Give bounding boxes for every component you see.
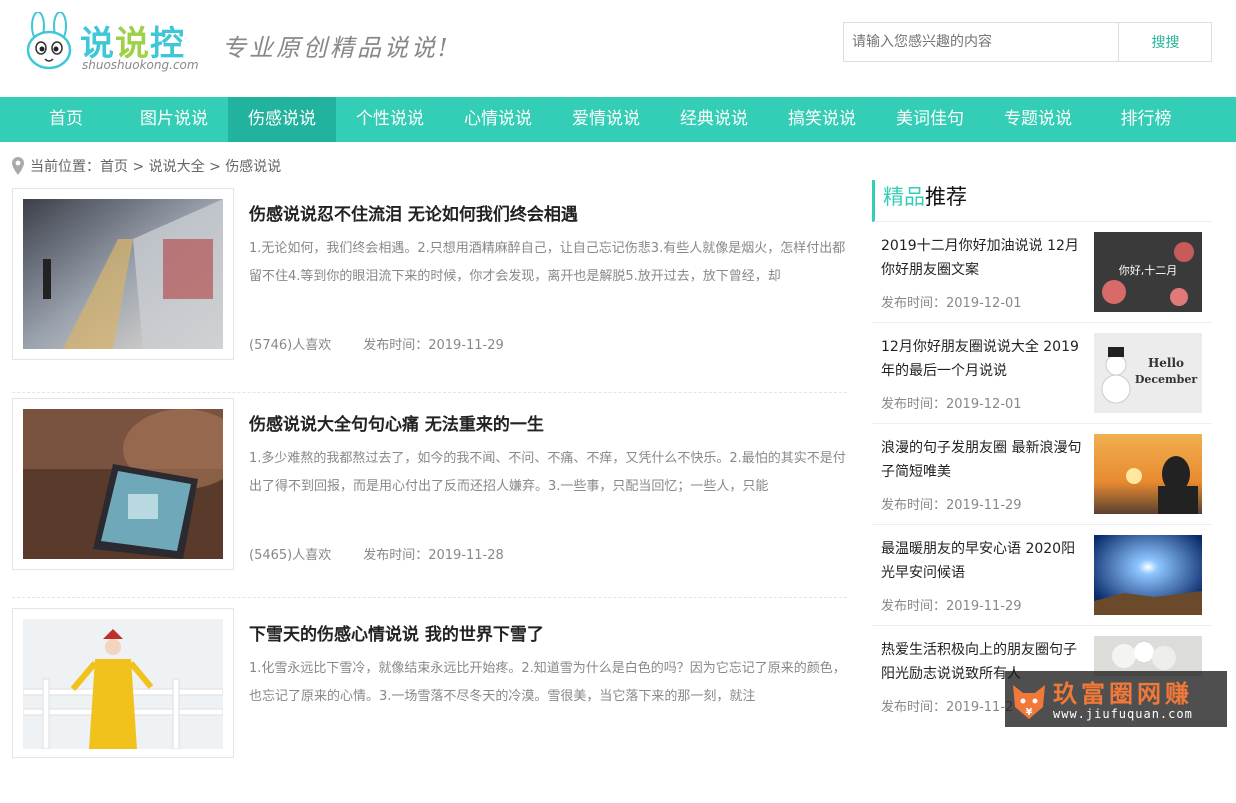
site-logo[interactable]: 说说控 shuoshuokong.com <box>24 12 199 74</box>
nav-item-quotes[interactable]: 美词佳句 <box>876 97 984 142</box>
recommend-item[interactable]: 12月你好朋友圈说说大全 2019年的最后一个月说说 发布时间：2019-12-… <box>872 323 1212 424</box>
article-title[interactable]: 伤感说说大全句句心痛 无法重来的一生 <box>249 410 544 435</box>
watermark-url: www.jiufuquan.com <box>1053 707 1193 721</box>
location-pin-icon <box>12 157 24 175</box>
recommend-date: 发布时间：2019-11-29 <box>881 599 1022 614</box>
nav-item-mood[interactable]: 心情说说 <box>444 97 552 142</box>
subway-station-image <box>23 199 223 349</box>
article-summary: 1.化雪永远比下雪冷，就像结束永远比开始疼。2.知道雪为什么是白色的吗？因为它忘… <box>249 661 846 704</box>
recommend-thumbnail[interactable] <box>1094 636 1202 676</box>
recommend-thumbnail[interactable] <box>1094 434 1202 514</box>
recommend-title[interactable]: 2019十二月你好加油说说 12月你好朋友圈文案 <box>881 234 1086 282</box>
article-thumbnail[interactable] <box>12 608 234 758</box>
article-date: 发布时间：2019-11-28 <box>363 548 504 563</box>
search-input[interactable] <box>844 23 1119 61</box>
article-likes: (5746)人喜欢 <box>249 338 332 353</box>
nav-item-classic[interactable]: 经典说说 <box>660 97 768 142</box>
nav-item-personality[interactable]: 个性说说 <box>336 97 444 142</box>
watermark: ¥ 玖富圈网赚 www.jiufuquan.com <box>1005 671 1227 727</box>
article-title[interactable]: 伤感说说忍不住流泪 无论如何我们终会相遇 <box>249 200 578 225</box>
nav-item-topics[interactable]: 专题说说 <box>984 97 1092 142</box>
nav-item-home[interactable]: 首页 <box>12 97 120 142</box>
svg-text:Hello: Hello <box>1148 356 1184 370</box>
svg-text:December: December <box>1135 373 1198 386</box>
svg-text:¥: ¥ <box>1026 707 1033 718</box>
site-slogan: 专业原创精品说说! <box>222 34 451 62</box>
article-title[interactable]: 下雪天的伤感心情说说 我的世界下雪了 <box>249 620 544 645</box>
recommend-thumbnail[interactable] <box>1094 535 1202 615</box>
article-item: 下雪天的伤感心情说说 我的世界下雪了 1.化雪永远比下雪冷，就像结束永远比开始疼… <box>12 598 847 803</box>
rabbit-mascot-icon <box>26 12 72 70</box>
sunset-silhouette-image <box>1094 434 1202 514</box>
sun-sky-image <box>1094 535 1202 615</box>
recommend-thumbnail[interactable]: 你好,十二月 <box>1094 232 1202 312</box>
article-likes: (5465)人喜欢 <box>249 548 332 563</box>
recommend-date: 发布时间：2019-11-29 <box>881 498 1022 513</box>
nav-item-ranking[interactable]: 排行榜 <box>1092 97 1200 142</box>
nav-item-funny[interactable]: 搞笑说说 <box>768 97 876 142</box>
article-meta: (5465)人喜欢 发布时间：2019-11-28 <box>249 544 504 563</box>
breadcrumb-text[interactable]: 当前位置：首页 > 说说大全 > 伤感说说 <box>30 156 281 176</box>
recommend-title[interactable]: 12月你好朋友圈说说大全 2019年的最后一个月说说 <box>881 335 1086 383</box>
recommend-item[interactable]: 浪漫的句子发朋友圈 最新浪漫句子简短唯美 发布时间：2019-11-29 <box>872 424 1212 525</box>
breadcrumb: 当前位置：首页 > 说说大全 > 伤感说说 <box>12 156 281 176</box>
recommend-item[interactable]: 最温暖朋友的早安心语 2020阳光早安问候语 发布时间：2019-11-29 <box>872 525 1212 626</box>
fox-logo-icon: ¥ <box>1013 685 1045 719</box>
flowers-image <box>1094 636 1202 676</box>
recommend-date: 发布时间：2019-11-2 <box>881 700 1014 715</box>
december-flowers-image: 你好,十二月 <box>1094 232 1202 312</box>
recommend-title[interactable]: 最温暖朋友的早安心语 2020阳光早安问候语 <box>881 537 1086 585</box>
snow-girl-image <box>22 619 224 750</box>
sidebar-title: 精品推荐 <box>872 180 1212 222</box>
watermark-title: 玖富圈网赚 <box>1053 680 1193 708</box>
recommend-item[interactable]: 2019十二月你好加油说说 12月你好朋友圈文案 发布时间：2019-12-01… <box>872 222 1212 323</box>
article-item: 伤感说说忍不住流泪 无论如何我们终会相遇 1.无论如何，我们终会相遇。2.只想用… <box>12 188 847 393</box>
featured-sidebar: 精品推荐 2019十二月你好加油说说 12月你好朋友圈文案 发布时间：2019-… <box>872 180 1212 727</box>
article-date: 发布时间：2019-11-29 <box>363 338 504 353</box>
svg-text:你好,十二月: 你好,十二月 <box>1119 263 1178 277</box>
logo-domain: shuoshuokong.com <box>82 58 199 72</box>
snowman-december-image: Hello December <box>1094 333 1202 413</box>
recommend-date: 发布时间：2019-12-01 <box>881 397 1022 412</box>
main-nav: 首页 图片说说 伤感说说 个性说说 心情说说 爱情说说 经典说说 搞笑说说 美词… <box>0 97 1236 142</box>
nav-item-picture[interactable]: 图片说说 <box>120 97 228 142</box>
recommend-date: 发布时间：2019-12-01 <box>881 296 1022 311</box>
article-meta: (5746)人喜欢 发布时间：2019-11-29 <box>249 334 504 353</box>
article-list: 伤感说说忍不住流泪 无论如何我们终会相遇 1.无论如何，我们终会相遇。2.只想用… <box>12 188 847 803</box>
recommend-title[interactable]: 浪漫的句子发朋友圈 最新浪漫句子简短唯美 <box>881 436 1086 484</box>
article-item: 伤感说说大全句句心痛 无法重来的一生 1.多少难熬的我都熬过去了，如今的我不闻、… <box>12 393 847 598</box>
search-box: 搜搜 <box>843 22 1212 62</box>
nav-item-sad[interactable]: 伤感说说 <box>228 97 336 142</box>
laptop-bed-image <box>23 409 243 559</box>
article-thumbnail[interactable] <box>12 188 234 360</box>
article-thumbnail[interactable] <box>12 398 243 570</box>
article-summary: 1.多少难熬的我都熬过去了，如今的我不闻、不问、不痛、不痒，又凭什么不快乐。2.… <box>249 451 846 494</box>
article-summary: 1.无论如何，我们终会相遇。2.只想用酒精麻醉自己，让自己忘记伤悲3.有些人就像… <box>249 241 846 284</box>
search-button[interactable]: 搜搜 <box>1120 23 1211 61</box>
recommend-thumbnail[interactable]: Hello December <box>1094 333 1202 413</box>
header: 说说控 shuoshuokong.com 专业原创精品说说! 搜搜 <box>0 0 1236 97</box>
nav-item-love[interactable]: 爱情说说 <box>552 97 660 142</box>
